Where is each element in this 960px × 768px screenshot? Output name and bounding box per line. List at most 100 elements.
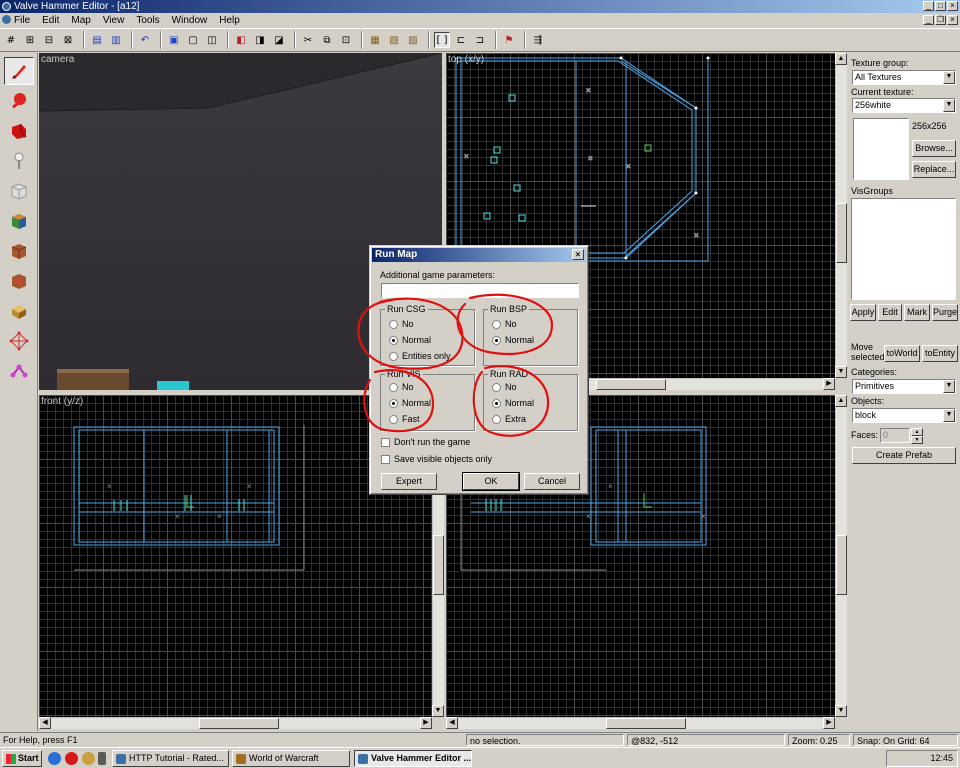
cordon-icon[interactable]: ▨ (405, 32, 421, 48)
menu-tools[interactable]: Tools (136, 15, 159, 26)
scroll-right-arrow[interactable]: ▶ (420, 717, 432, 729)
task-tutorial[interactable]: HTTP Tutorial - Rated... (112, 750, 229, 767)
chevron-down-icon[interactable]: ▼ (943, 71, 955, 84)
front-viewport-hscrollbar[interactable]: ◀ ▶ (39, 717, 432, 729)
document-icon[interactable] (2, 15, 11, 24)
categories-select[interactable]: Primitives ▼ (852, 379, 956, 394)
task-hammer-editor[interactable]: Valve Hammer Editor ... (354, 750, 472, 767)
maximize-button[interactable]: □ (935, 1, 946, 11)
bsp-normal-radio[interactable]: Normal (492, 335, 534, 345)
current-texture-select[interactable]: 256white ▼ (852, 98, 956, 113)
clip-tool[interactable] (4, 297, 34, 325)
internet-explorer-icon[interactable] (48, 752, 61, 765)
align-left-icon[interactable]: ⊏ (453, 32, 469, 48)
scroll-left-arrow[interactable]: ◀ (39, 717, 51, 729)
texture-application-icon[interactable]: ▦ (367, 32, 383, 48)
selection-tool[interactable] (4, 57, 34, 85)
decal-tool[interactable] (4, 267, 34, 295)
scroll-thumb[interactable] (836, 203, 847, 263)
group-icon[interactable]: ▣ (166, 32, 182, 48)
cancel-button[interactable]: Cancel (524, 473, 580, 490)
top-viewport-vscrollbar[interactable]: ▲ ▼ (835, 53, 847, 378)
texture-lock-icon[interactable]: ⊡ (338, 32, 354, 48)
dont-run-game-checkbox[interactable]: Don't run the game (381, 437, 470, 447)
purge-visgroup-button[interactable]: Purge (932, 304, 958, 321)
csg-entities-only-radio[interactable]: Entities only (389, 351, 451, 361)
show-desktop-icon[interactable] (98, 752, 106, 765)
doc-restore-button[interactable]: ❐ (935, 15, 946, 25)
ignore-group-icon[interactable]: ◫ (204, 32, 220, 48)
grid-3d-icon[interactable]: ⊞ (22, 32, 38, 48)
hide-selected-icon[interactable]: ◧ (233, 32, 249, 48)
apply-texture-tool[interactable] (4, 237, 34, 265)
load-window-state-icon[interactable]: ▤ (89, 32, 105, 48)
camera-tool[interactable] (4, 117, 34, 145)
show-all-icon[interactable]: ◪ (271, 32, 287, 48)
scroll-up-arrow[interactable]: ▲ (835, 395, 847, 407)
to-entity-button[interactable]: toEntity (922, 345, 958, 362)
menu-window[interactable]: Window (172, 15, 208, 26)
edit-visgroup-button[interactable]: Edit (878, 304, 902, 321)
minimize-button[interactable]: _ (923, 1, 934, 11)
entity-report-icon[interactable]: ⇶ (530, 32, 546, 48)
browse-button[interactable]: Browse... (912, 140, 956, 157)
grid-larger-icon[interactable]: ⊠ (60, 32, 76, 48)
entity-tool[interactable] (4, 147, 34, 175)
grid-toggle-icon[interactable]: # (3, 32, 19, 48)
bsp-no-radio[interactable]: No (492, 319, 517, 329)
rad-no-radio[interactable]: No (492, 382, 517, 392)
faces-input[interactable]: 0 (880, 428, 910, 443)
replace-button[interactable]: Replace... (912, 161, 956, 178)
apply-visgroup-button[interactable]: Apply (850, 304, 876, 321)
quicklaunch-app-icon[interactable] (82, 752, 95, 765)
scroll-down-arrow[interactable]: ▼ (432, 705, 444, 717)
scroll-thumb[interactable] (596, 379, 666, 390)
doc-close-button[interactable]: × (947, 15, 958, 25)
start-button[interactable]: Start (2, 750, 42, 767)
grid-smaller-icon[interactable]: ⊟ (41, 32, 57, 48)
menu-file[interactable]: File (14, 15, 30, 26)
hide-unselected-icon[interactable]: ◨ (252, 32, 268, 48)
scroll-right-arrow[interactable]: ▶ (823, 717, 835, 729)
chevron-down-icon[interactable]: ▼ (943, 380, 955, 393)
texture-tool[interactable] (4, 207, 34, 235)
vertex-tool[interactable] (4, 327, 34, 355)
side-viewport-vscrollbar[interactable]: ▲ ▼ (835, 395, 847, 717)
csg-no-radio[interactable]: No (389, 319, 414, 329)
menu-help[interactable]: Help (219, 15, 240, 26)
undo-icon[interactable]: ↶ (137, 32, 153, 48)
chevron-down-icon[interactable]: ▼ (943, 99, 955, 112)
menu-map[interactable]: Map (71, 15, 90, 26)
menu-view[interactable]: View (103, 15, 125, 26)
faces-spin-down[interactable]: ▼ (911, 436, 923, 444)
dialog-close-button[interactable]: × (572, 249, 584, 260)
scroll-up-arrow[interactable]: ▲ (835, 53, 847, 65)
ungroup-icon[interactable]: ▢ (185, 32, 201, 48)
scroll-left-arrow[interactable]: ◀ (446, 717, 458, 729)
vis-no-radio[interactable]: No (389, 382, 414, 392)
side-viewport-hscrollbar[interactable]: ◀ ▶ (446, 717, 835, 729)
align-right-icon[interactable]: ⊐ (472, 32, 488, 48)
expert-button[interactable]: Expert (381, 473, 437, 490)
close-button[interactable]: × (947, 1, 958, 11)
faces-spin-up[interactable]: ▲ (911, 428, 923, 436)
rad-normal-radio[interactable]: Normal (492, 398, 534, 408)
opera-icon[interactable] (65, 752, 78, 765)
vis-fast-radio[interactable]: Fast (389, 414, 420, 424)
save-visible-only-checkbox[interactable]: Save visible objects only (381, 454, 492, 464)
decal-icon[interactable]: ▧ (386, 32, 402, 48)
visgroups-list[interactable] (851, 198, 956, 300)
params-input[interactable] (381, 283, 579, 298)
scroll-thumb[interactable] (199, 718, 279, 729)
mark-visgroup-button[interactable]: Mark (904, 304, 930, 321)
scroll-right-arrow[interactable]: ▶ (823, 378, 835, 390)
vis-normal-radio[interactable]: Normal (389, 398, 431, 408)
select-by-handles-icon[interactable]: [ ] (434, 32, 450, 48)
rad-extra-radio[interactable]: Extra (492, 414, 526, 424)
run-map-icon[interactable]: ⚑ (501, 32, 517, 48)
task-world-of-warcraft[interactable]: World of Warcraft (232, 750, 350, 767)
block-tool[interactable] (4, 177, 34, 205)
csg-normal-radio[interactable]: Normal (389, 335, 431, 345)
make-hollow-icon[interactable]: ⧉ (319, 32, 335, 48)
texture-group-select[interactable]: All Textures ▼ (852, 70, 956, 85)
